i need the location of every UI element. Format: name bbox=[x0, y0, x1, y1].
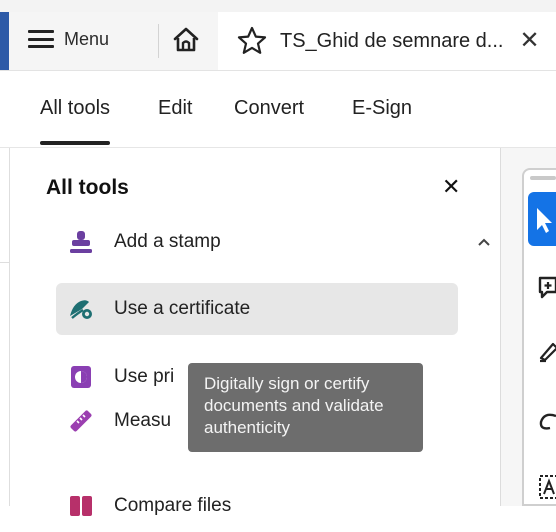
tool-item-add-a-stamp[interactable]: Add a stamp bbox=[56, 216, 458, 268]
tools-toolbar: All tools Edit Convert E-Sign bbox=[0, 71, 556, 147]
certificate-tooltip: Digitally sign or certify documents and … bbox=[188, 363, 423, 452]
tab-edit[interactable]: Edit bbox=[158, 97, 192, 120]
tab-divider bbox=[158, 24, 159, 58]
print-production-icon bbox=[71, 366, 91, 388]
menu-label: Menu bbox=[64, 28, 110, 49]
tab-convert[interactable]: Convert bbox=[234, 97, 304, 120]
panel-left-divider bbox=[0, 262, 9, 263]
scroll-up-button[interactable] bbox=[474, 232, 494, 252]
certificate-icon bbox=[70, 300, 92, 319]
window-accent-edge bbox=[0, 12, 9, 70]
tab-all-tools[interactable]: All tools bbox=[40, 97, 111, 145]
tool-label: Add a stamp bbox=[114, 231, 221, 252]
panel-left-border bbox=[9, 148, 10, 506]
text-box-icon[interactable] bbox=[538, 472, 556, 502]
stamp-icon bbox=[70, 231, 92, 253]
chevron-up-icon bbox=[478, 238, 490, 246]
window-top-strip bbox=[0, 0, 556, 12]
tool-item-compare-files[interactable]: Compare files bbox=[56, 480, 458, 532]
home-button[interactable] bbox=[166, 22, 206, 58]
home-icon bbox=[173, 27, 199, 52]
cursor-icon bbox=[537, 208, 552, 233]
tab-e-sign[interactable]: E-Sign bbox=[352, 97, 412, 120]
compare-files-icon bbox=[70, 496, 92, 516]
tool-label: Measu bbox=[114, 410, 172, 431]
tooltip-line: documents and validate bbox=[204, 396, 384, 415]
tab-close-icon[interactable]: ✕ bbox=[519, 29, 539, 53]
rail-grip bbox=[530, 176, 556, 180]
tool-label: Use pri bbox=[114, 366, 175, 387]
star-icon[interactable] bbox=[236, 25, 268, 57]
tool-label: Use a certificate bbox=[114, 298, 251, 319]
document-tab-title: TS_Ghid de semnare d... bbox=[280, 29, 504, 52]
tooltip-line: authenticity bbox=[204, 418, 290, 437]
panel-close-icon[interactable]: ✕ bbox=[442, 176, 460, 198]
ruler-icon bbox=[70, 410, 92, 432]
document-tab[interactable]: TS_Ghid de semnare d... ✕ bbox=[218, 12, 556, 70]
add-comment-icon[interactable] bbox=[538, 274, 556, 302]
tool-label: Compare files bbox=[114, 495, 232, 516]
tool-item-use-a-certificate[interactable]: Use a certificate bbox=[56, 283, 458, 335]
hamburger-icon bbox=[28, 30, 54, 48]
highlight-pen-icon[interactable] bbox=[538, 336, 556, 364]
select-tool-button[interactable] bbox=[528, 192, 556, 246]
tooltip-line: Digitally sign or certify bbox=[204, 374, 370, 393]
draw-icon[interactable] bbox=[538, 408, 556, 436]
menu-button[interactable]: Menu bbox=[28, 22, 144, 56]
panel-title: All tools bbox=[46, 176, 129, 199]
